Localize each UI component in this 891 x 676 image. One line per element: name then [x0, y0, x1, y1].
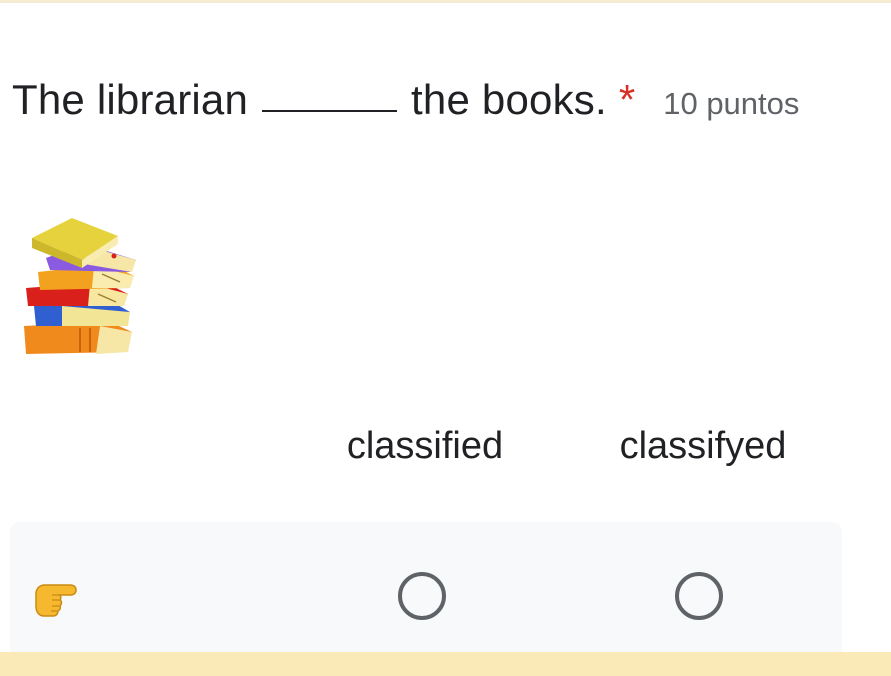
blank-line: [262, 110, 398, 112]
books-stack-icon: [20, 214, 144, 359]
question-text-after: the books.: [411, 76, 607, 123]
top-border: [0, 0, 891, 3]
required-asterisk: *: [618, 76, 636, 123]
question-text-before: The librarian: [12, 76, 249, 123]
bottom-band: [0, 652, 891, 676]
column-header-classifyed: classifyed: [619, 425, 787, 467]
grid-row: [10, 522, 842, 662]
points-label: 10 puntos: [663, 86, 800, 121]
radio-classified[interactable]: [398, 572, 446, 620]
backhand-index-pointing-right-icon: [30, 572, 80, 622]
column-header-classified: classified: [346, 425, 504, 467]
radio-classifyed[interactable]: [675, 572, 723, 620]
question-title: The librarian the books. * 10 puntos: [12, 76, 799, 132]
